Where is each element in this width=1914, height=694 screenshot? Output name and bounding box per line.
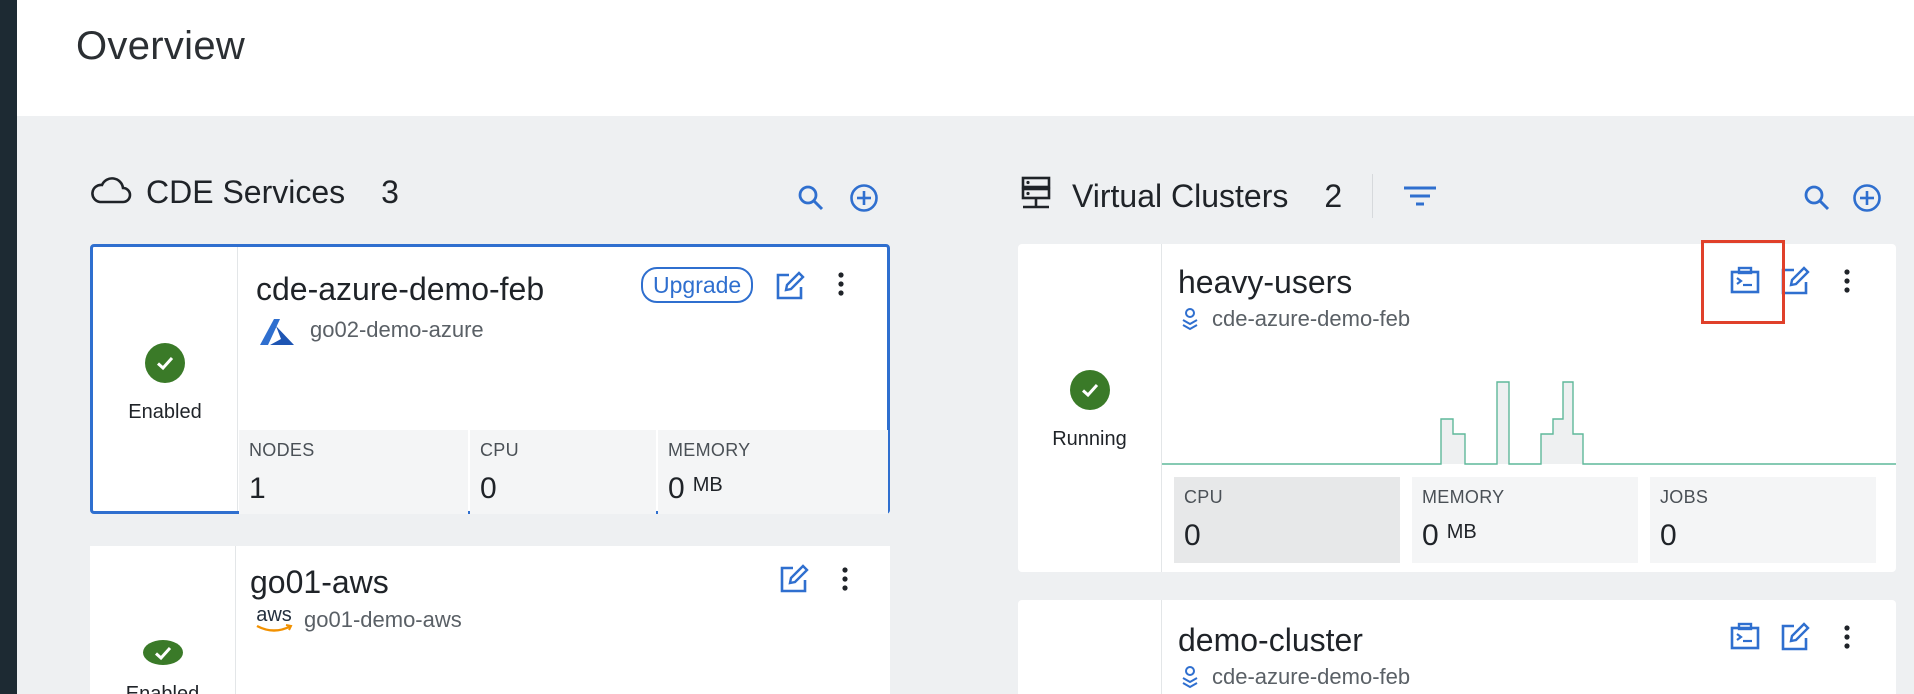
status-label: Enabled [125,683,200,694]
service-link-icon [1182,666,1198,689]
metric-value: 0 [1660,519,1677,552]
metric-cpu: CPU 0 [470,430,656,514]
cluster-details-button[interactable] [1730,622,1760,650]
service-more-button[interactable] [837,271,845,297]
clusters-count: 2 [1324,177,1343,214]
metric-value: 0 MB [1422,519,1477,552]
metric-label: CPU [1184,487,1223,507]
aws-logo-icon: aws [252,605,296,634]
edit-icon [780,564,809,593]
edit-service-button[interactable] [775,271,805,301]
cluster-more-button[interactable] [1843,624,1851,650]
more-vertical-icon [1844,269,1850,293]
service-metrics: NODES 1 CPU 0 MEMORY 0 MB [239,430,888,514]
service-card[interactable]: Enabled go01-aws aws go01-demo-aws [90,546,890,694]
left-nav-rail [0,0,17,694]
cluster-service: cde-azure-demo-feb [1180,306,1410,332]
search-icon [798,185,824,211]
service-card[interactable]: Enabled cde-azure-demo-feb go02-demo-azu… [90,244,890,514]
azure-logo-icon [260,319,294,345]
service-environment: aws go01-demo-aws [252,605,462,634]
filter-icon [1404,186,1437,206]
services-search-button[interactable] [797,184,825,217]
clusters-title: Virtual Clusters [1072,177,1289,214]
status-column: Running [1018,244,1162,572]
cluster-card[interactable]: demo-cluster cde-azure-demo-feb [1018,600,1896,694]
server-icon [1020,176,1052,217]
edit-icon [1781,622,1810,651]
header-divider [1372,174,1374,218]
metric-memory: MEMORY 0 MB [1412,477,1638,563]
metric-nodes: NODES 1 [239,430,468,514]
metric-value: 1 [249,472,266,505]
metric-label: MEMORY [668,440,751,460]
metric-label: CPU [480,440,519,460]
service-name: cde-azure-demo-feb [1212,664,1411,689]
service-name[interactable]: cde-azure-demo-feb [256,271,544,308]
metric-label: MEMORY [1422,487,1505,507]
service-name: cde-azure-demo-feb [1212,306,1411,331]
metric-value: 0 MB [668,472,723,505]
highlight-box [1701,240,1785,324]
check-circle-icon [145,343,185,383]
edit-service-button[interactable] [779,564,809,594]
services-header: CDE Services 3 [90,174,399,211]
cluster-metrics: CPU 0 MEMORY 0 MB JOBS 0 [1174,477,1876,563]
clusters-search-button[interactable] [1803,184,1831,217]
edit-cluster-button[interactable] [1780,622,1810,652]
metric-label: JOBS [1660,487,1709,507]
more-vertical-icon [838,272,844,296]
status-label: Running [1052,428,1127,450]
cloud-icon [90,174,132,211]
service-link-icon [1182,308,1198,331]
clusters-header: Virtual Clusters 2 [1020,174,1437,218]
environment-name: go01-demo-aws [304,607,462,632]
page-title: Overview [76,24,246,68]
status-label: Enabled [128,401,202,423]
add-circle-icon [850,184,878,212]
service-environment: go02-demo-azure [256,313,484,347]
status-column [1018,600,1162,694]
check-circle-icon [1069,370,1110,410]
page-header [17,0,1914,116]
metric-unit: MB [1446,521,1477,543]
services-count: 3 [381,174,399,210]
metric-value: 0 [480,472,497,505]
clusters-add-button[interactable] [1852,183,1882,218]
environment-name: go02-demo-azure [310,317,484,342]
cluster-name[interactable]: demo-cluster [1178,622,1363,659]
edit-icon [776,271,805,300]
cluster-name[interactable]: heavy-users [1178,264,1352,301]
cluster-more-button[interactable] [1843,268,1851,294]
service-more-button[interactable] [841,566,849,592]
services-title: CDE Services [146,174,346,210]
usage-chart [1162,381,1896,465]
status-column: Enabled [90,546,236,694]
metric-cpu: CPU 0 [1174,477,1400,563]
upgrade-button[interactable]: Upgrade [641,267,754,303]
cluster-service: cde-azure-demo-feb [1180,664,1410,690]
check-circle-icon [142,640,183,665]
add-circle-icon [1853,184,1881,212]
more-vertical-icon [842,567,848,591]
status-column: Enabled [93,247,238,511]
metric-value: 0 [1184,519,1201,552]
service-name[interactable]: go01-aws [250,564,389,601]
more-vertical-icon [1844,625,1850,649]
search-icon [1804,185,1830,211]
filter-button[interactable] [1403,184,1437,208]
metric-unit: MB [692,474,723,496]
metric-jobs: JOBS 0 [1650,477,1876,563]
activity-sparkline [1162,352,1896,474]
metric-memory: MEMORY 0 MB [658,430,888,514]
metric-label: NODES [249,440,315,460]
terminal-window-icon [1730,622,1760,650]
services-add-button[interactable] [849,183,879,218]
